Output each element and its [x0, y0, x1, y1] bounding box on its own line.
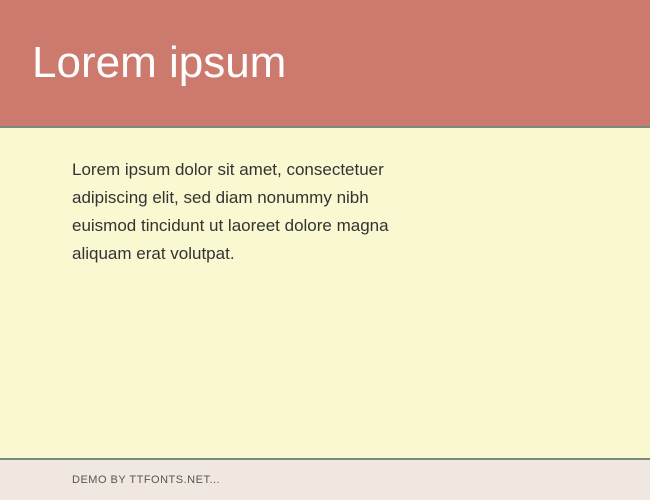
content-area: Lorem ipsum dolor sit amet, consectetuer… [0, 128, 650, 460]
header-banner: Lorem ipsum [0, 0, 650, 128]
footer-credit: DEMO BY TTFONTS.NET... [72, 474, 220, 486]
body-text: Lorem ipsum dolor sit amet, consectetuer… [72, 156, 392, 268]
page-title: Lorem ipsum [32, 38, 286, 88]
footer-bar: DEMO BY TTFONTS.NET... [0, 460, 650, 500]
